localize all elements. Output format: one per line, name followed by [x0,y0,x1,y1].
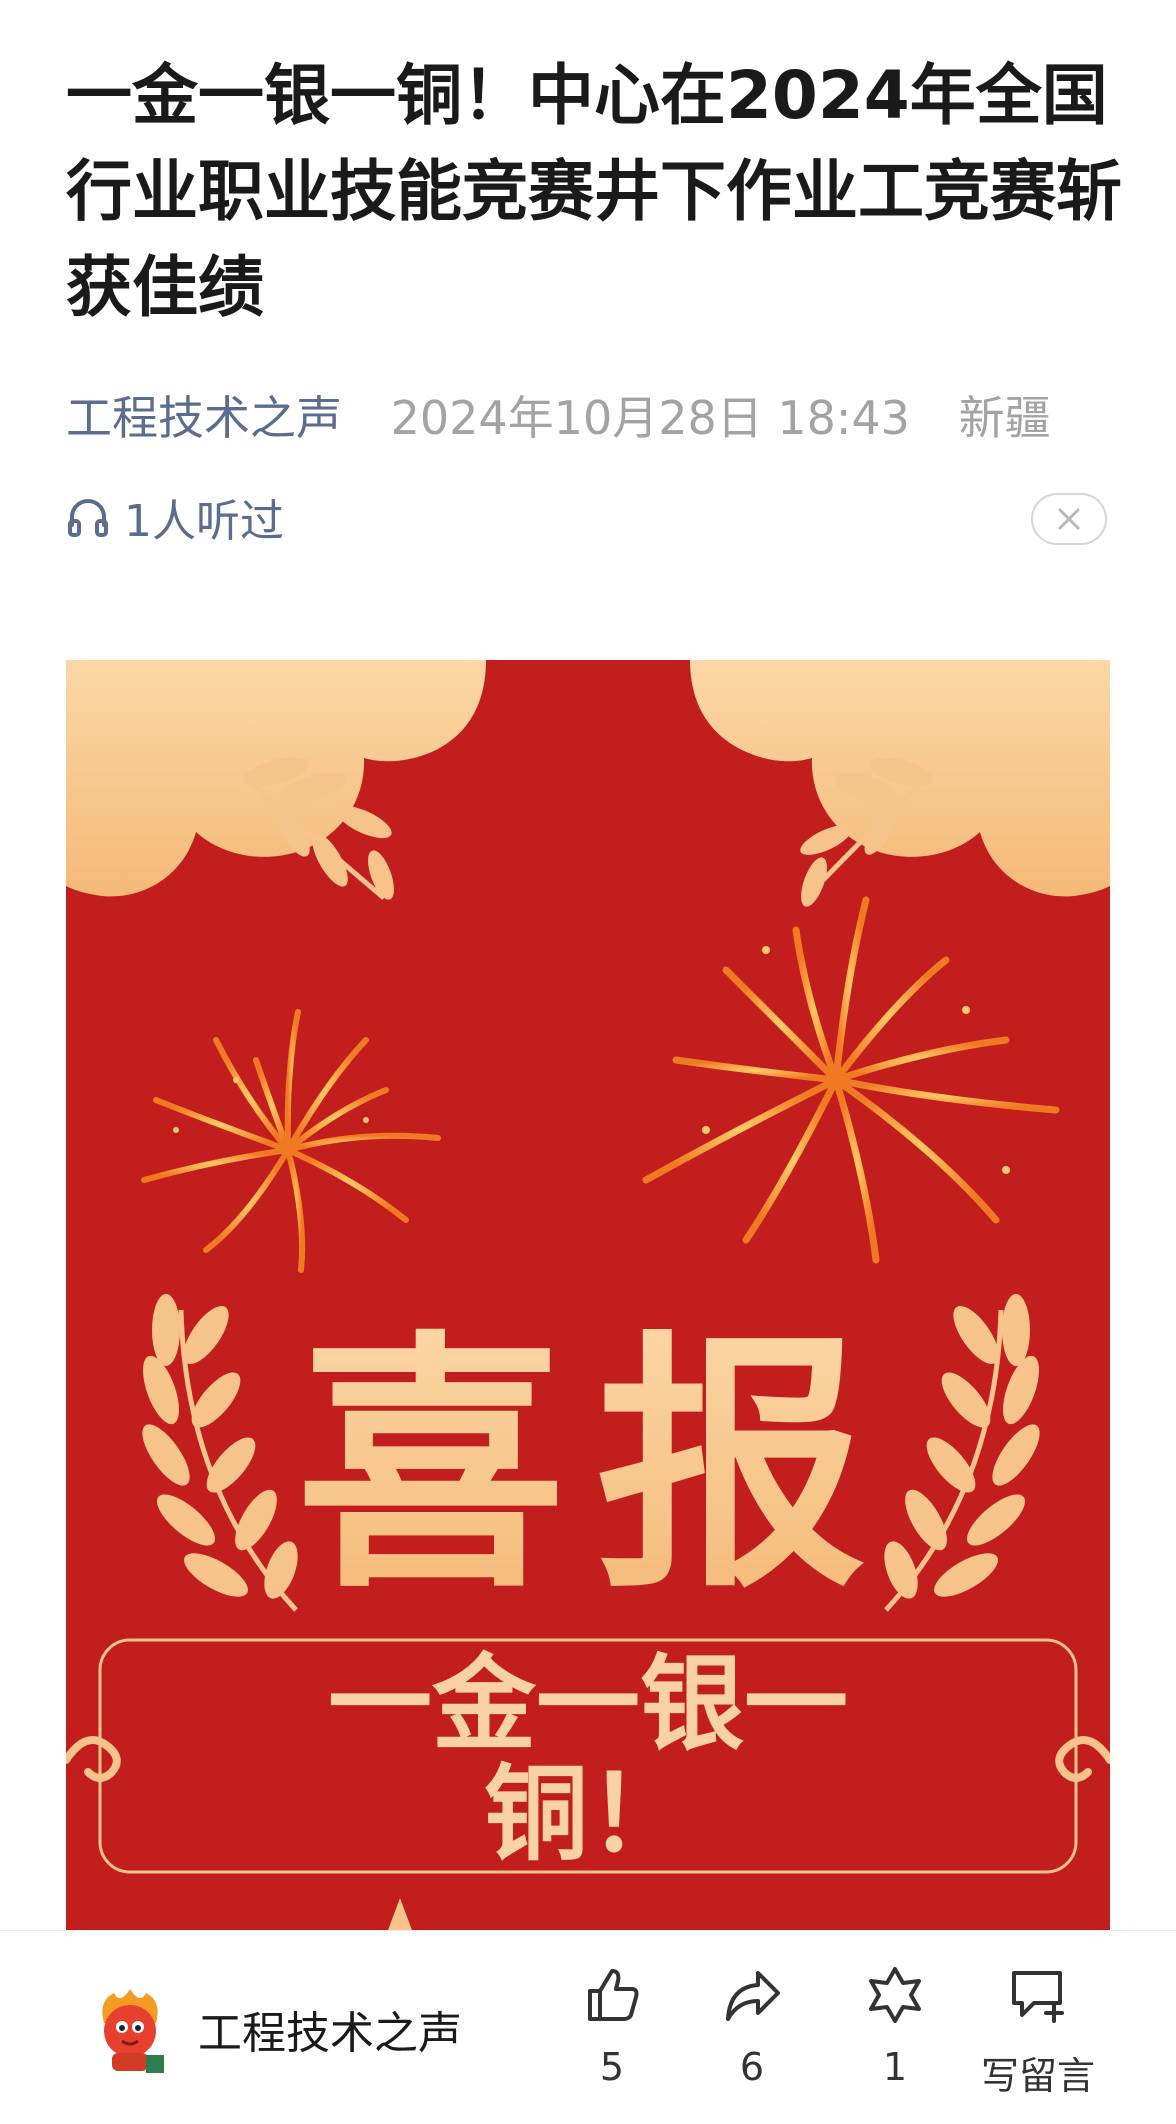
like-count: 5 [599,2045,625,2089]
publish-time: 2024年10月28日 18:43 [390,391,910,445]
account-link[interactable]: 工程技术之声 [66,391,342,445]
poster-medals-line1: 一金一银一 [328,1643,848,1765]
poster-image: 喜报 一金一银一 铜！ [66,660,1110,1930]
headphone-icon [68,499,108,537]
share-count: 6 [739,2045,765,2089]
bottom-toolbar: 工程技术之声 5 6 1 写留言 [0,1930,1176,2124]
favorite-icon [869,1967,921,2023]
article-meta: 工程技术之声 2024年10月28日 18:43 新疆 [66,388,1051,448]
close-icon [1058,508,1080,530]
like-icon [588,1969,639,2021]
share-button[interactable]: 6 [692,1965,812,2105]
poster-headline: 喜报 [296,1306,896,1624]
favorite-count: 1 [882,2045,908,2089]
article-title: 一金一银一铜！中心在2024年全国行业职业技能竞赛井下作业工竞赛斩获佳绩 [66,57,1122,326]
avatar[interactable] [84,1983,176,2075]
listen-button[interactable]: 1人听过 [66,487,284,547]
share-icon [726,1971,780,2021]
listen-count: 1人听过 [124,496,284,547]
comment-label: 写留言 [980,2054,1095,2098]
comment-button[interactable]: 写留言 [978,1965,1098,2105]
poster-medals-line2: 铜！ [484,1753,692,1875]
bottom-account-name[interactable]: 工程技术之声 [198,1997,462,2061]
close-button[interactable] [1031,493,1107,545]
publish-region: 新疆 [958,391,1051,445]
comment-icon [1012,1971,1064,2023]
like-button[interactable]: 5 [552,1965,672,2105]
favorite-button[interactable]: 1 [835,1965,955,2105]
